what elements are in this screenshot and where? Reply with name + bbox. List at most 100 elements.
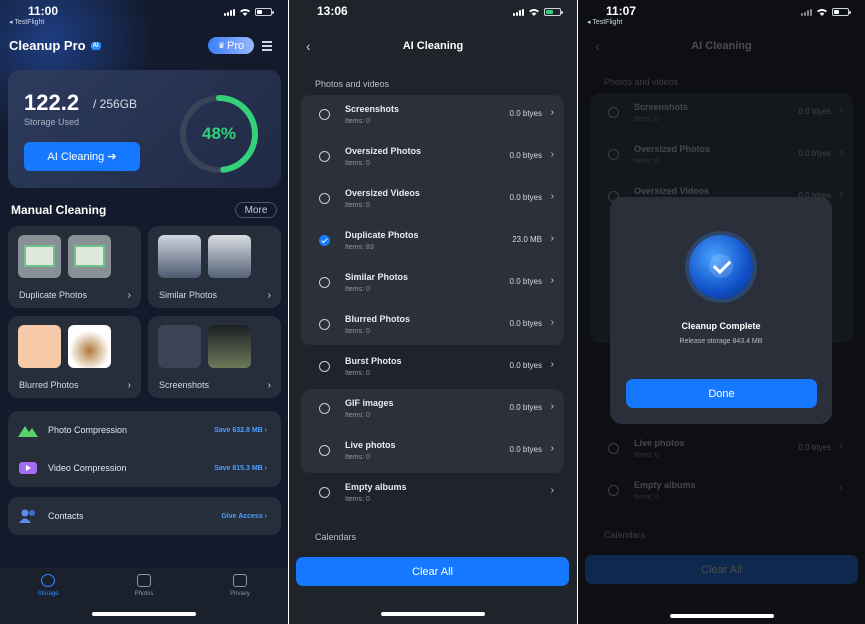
similar-thumb-2 — [208, 235, 251, 278]
screen-ai-cleaning: 13:06 ‹ AI Cleaning Photos and videos Sc… — [289, 0, 577, 624]
signal-icon — [224, 8, 235, 16]
list-item[interactable]: Blurred Photos Items: 0 0.0 btyes › — [301, 305, 564, 346]
radio-icon[interactable] — [319, 319, 330, 330]
clear-all-button[interactable]: Clear All — [296, 557, 569, 586]
radio-icon[interactable] — [319, 109, 330, 120]
list-item[interactable]: Oversized Photos Items: 0 0.0 btyes › — [590, 135, 853, 176]
storage-percent: 48% — [201, 124, 237, 143]
testflight-back-link[interactable]: ◂ TestFlight — [9, 18, 44, 26]
item-count: Items: 0 — [634, 116, 659, 123]
radio-icon[interactable] — [319, 361, 330, 372]
dialog-subtitle: Release storage 843.4 MB — [679, 338, 763, 345]
item-size: 0.0 btyes — [798, 443, 831, 452]
manual-cleaning-heading: Manual Cleaning — [11, 203, 107, 217]
item-size: 0.0 btyes — [798, 149, 831, 158]
tab-bar: Storage Photos Privacy — [0, 568, 288, 624]
status-bar: 13:06 — [289, 0, 577, 30]
storage-total: / 256GB — [93, 97, 138, 111]
tab-photos[interactable]: Photos — [114, 574, 174, 597]
list-item[interactable]: Oversized Videos Items: 0 0.0 btyes › — [301, 179, 564, 220]
item-name: Oversized Photos — [345, 146, 422, 156]
radio-icon[interactable] — [319, 487, 330, 498]
list-item[interactable]: Empty albums Items: 0 › — [301, 473, 564, 514]
contacts-label: Contacts — [48, 511, 84, 521]
video-compression-save[interactable]: Save 815.3 MB › — [214, 465, 267, 472]
mountain-icon — [18, 426, 38, 437]
radio-icon[interactable] — [319, 445, 330, 456]
radio-icon[interactable] — [319, 277, 330, 288]
list-item[interactable]: GIF images Items: 0 0.0 btyes › — [301, 389, 564, 430]
dialog-title: Cleanup Complete — [681, 321, 761, 331]
list-item[interactable]: Live photos Items: 0 0.0 btyes › — [590, 429, 853, 470]
radio-icon[interactable] — [319, 403, 330, 414]
list-item[interactable]: Screenshots Items: 0 0.0 btyes › — [590, 93, 853, 134]
list-item[interactable]: Live photos Items: 0 0.0 btyes › — [301, 431, 564, 472]
list-item[interactable]: Burst Photos Items: 0 0.0 btyes › — [301, 347, 564, 388]
ai-cleaning-button[interactable]: AI Cleaning ➔ — [24, 142, 140, 171]
video-compression-row[interactable]: Video Compression Save 815.3 MB › — [8, 449, 281, 487]
list-item[interactable]: Oversized Photos Items: 0 0.0 btyes › — [301, 137, 564, 178]
item-count: Items: 0 — [345, 328, 370, 335]
home-indicator — [669, 614, 774, 618]
tab-label: Storage — [37, 591, 59, 597]
tile-similar-photos[interactable]: Similar Photos › — [148, 226, 281, 308]
list-item[interactable]: Similar Photos Items: 0 0.0 btyes › — [301, 263, 564, 304]
screenshot-thumb-2 — [208, 325, 251, 368]
screenshot-thumb-1 — [158, 325, 201, 368]
tile-screenshots[interactable]: Screenshots › — [148, 316, 281, 398]
list-item[interactable]: Duplicate Photos Items: 83 23.0 MB › — [301, 221, 564, 262]
list-item[interactable]: Screenshots Items: 0 0.0 btyes › — [301, 95, 564, 136]
video-icon — [19, 462, 37, 474]
blurred-thumb-2 — [68, 325, 111, 368]
done-button[interactable]: Done — [626, 379, 817, 408]
menu-icon[interactable] — [262, 41, 272, 53]
tile-label: Screenshots — [159, 380, 210, 390]
item-count: Items: 0 — [345, 160, 370, 167]
chevron-right-icon: › — [550, 359, 554, 370]
similar-thumb-1 — [158, 235, 201, 278]
wifi-icon — [529, 9, 539, 16]
item-name: Burst Photos — [345, 356, 402, 366]
photo-compression-save[interactable]: Save 632.8 MB › — [214, 427, 267, 434]
item-name: Screenshots — [634, 102, 689, 112]
checked-radio-icon[interactable] — [319, 235, 330, 246]
item-size: 0.0 btyes — [509, 403, 542, 412]
item-name: GIF images — [345, 398, 394, 408]
item-size: 0.0 btyes — [509, 361, 542, 370]
radio-icon[interactable] — [319, 193, 330, 204]
tile-duplicate-photos[interactable]: Duplicate Photos › — [8, 226, 141, 308]
item-name: Live photos — [345, 440, 396, 450]
radio-icon[interactable] — [608, 149, 619, 160]
radio-icon[interactable] — [608, 443, 619, 454]
radio-icon[interactable] — [608, 485, 619, 496]
contacts-give-access[interactable]: Give Access › — [221, 513, 267, 520]
tab-privacy[interactable]: Privacy — [210, 574, 270, 597]
chevron-right-icon: › — [550, 401, 554, 412]
testflight-back-link[interactable]: ◂ TestFlight — [587, 18, 622, 26]
item-name: Empty albums — [634, 480, 696, 490]
tab-storage[interactable]: Storage — [18, 574, 78, 597]
app-title-text: Cleanup Pro — [9, 38, 86, 53]
chevron-right-icon: › — [267, 290, 271, 301]
signal-icon — [513, 8, 524, 16]
radio-icon[interactable] — [608, 107, 619, 118]
contacts-icon — [19, 509, 35, 523]
tile-blurred-photos[interactable]: Blurred Photos › — [8, 316, 141, 398]
chevron-right-icon: › — [127, 290, 131, 301]
radio-icon[interactable] — [319, 151, 330, 162]
pro-button[interactable]: ♛ Pro — [208, 37, 254, 54]
duplicate-thumb-1 — [18, 235, 61, 278]
contacts-row[interactable]: Contacts Give Access › — [8, 497, 281, 535]
list-item[interactable]: Empty albums Items: 0 › — [590, 471, 853, 512]
more-button[interactable]: More — [235, 202, 277, 218]
item-name: Live photos — [634, 438, 685, 448]
photos-icon — [137, 574, 151, 587]
item-size: 0.0 btyes — [509, 277, 542, 286]
section-photos-videos: Photos and videos — [315, 79, 390, 89]
item-count: Items: 0 — [345, 370, 370, 377]
photo-compression-row[interactable]: Photo Compression Save 632.8 MB › — [8, 411, 281, 449]
item-name: Similar Photos — [345, 272, 409, 282]
blurred-thumb-1 — [18, 325, 61, 368]
item-size: 0.0 btyes — [509, 109, 542, 118]
battery-icon — [832, 8, 851, 16]
